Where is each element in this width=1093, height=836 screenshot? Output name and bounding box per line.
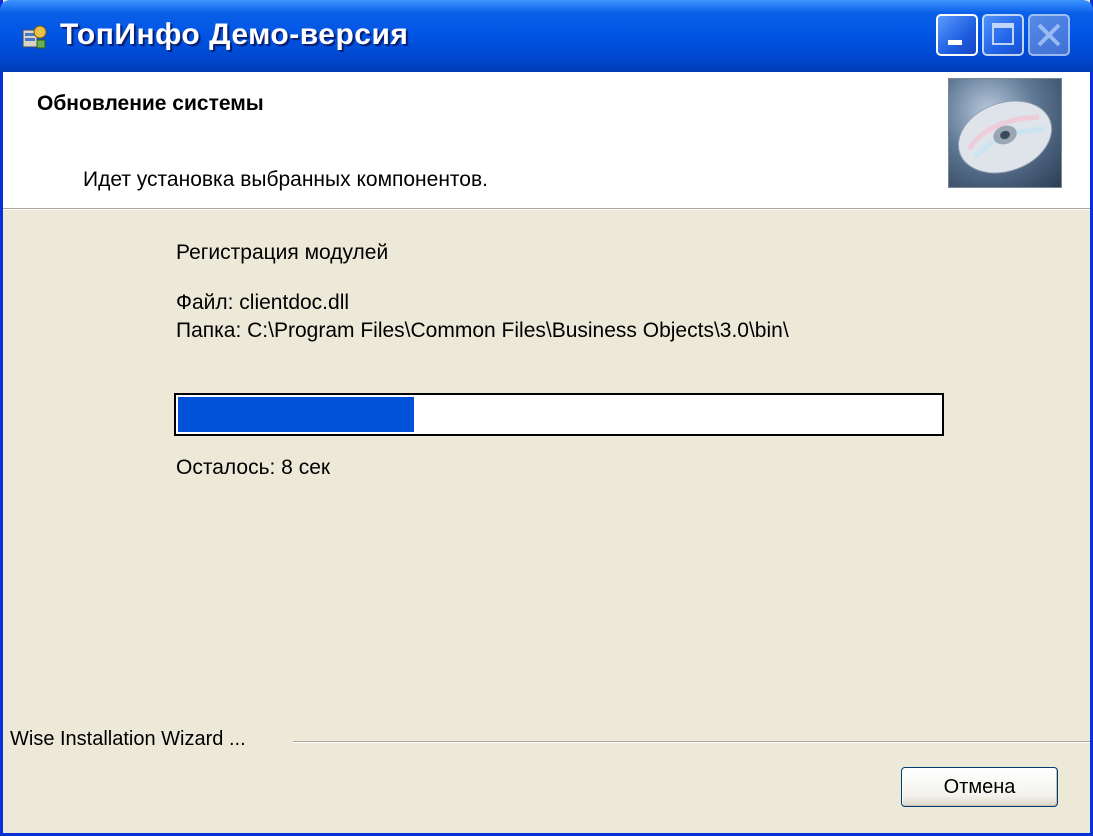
installer-window: ТопИнфо Демо-версия Обновление системы И… (0, 0, 1093, 836)
cancel-button[interactable]: Отмена (901, 767, 1058, 807)
time-remaining: Осталось: 8 сек (176, 456, 331, 479)
file-line: Файл: clientdoc.dll (176, 291, 350, 314)
header-subtitle: Идет установка выбранных компонентов. (83, 168, 488, 191)
maximize-icon (992, 23, 1014, 45)
close-button (1028, 14, 1070, 56)
footer-separator (293, 741, 1090, 743)
installer-icon (22, 25, 47, 49)
header-separator (3, 208, 1090, 210)
current-action: Регистрация модулей (176, 241, 389, 264)
folder-line: Папка: C:\Program Files\Common Files\Bus… (176, 319, 789, 342)
minimize-button[interactable] (936, 14, 978, 56)
maximize-button (982, 14, 1024, 56)
header-title: Обновление системы (37, 92, 264, 115)
progress-bar (174, 393, 944, 436)
minimize-icon (948, 40, 962, 45)
progress-fill (178, 397, 415, 432)
cd-disc-icon (957, 100, 1053, 174)
close-icon (1037, 23, 1061, 47)
wizard-header: Обновление системы Идет установка выбран… (3, 72, 1090, 208)
wise-brand-label: Wise Installation Wizard ... (10, 728, 250, 751)
title-bar[interactable]: ТопИнфо Демо-версия (0, 0, 1093, 72)
window-title: ТопИнфо Демо-версия (60, 18, 409, 51)
cd-disc-image (948, 78, 1062, 188)
